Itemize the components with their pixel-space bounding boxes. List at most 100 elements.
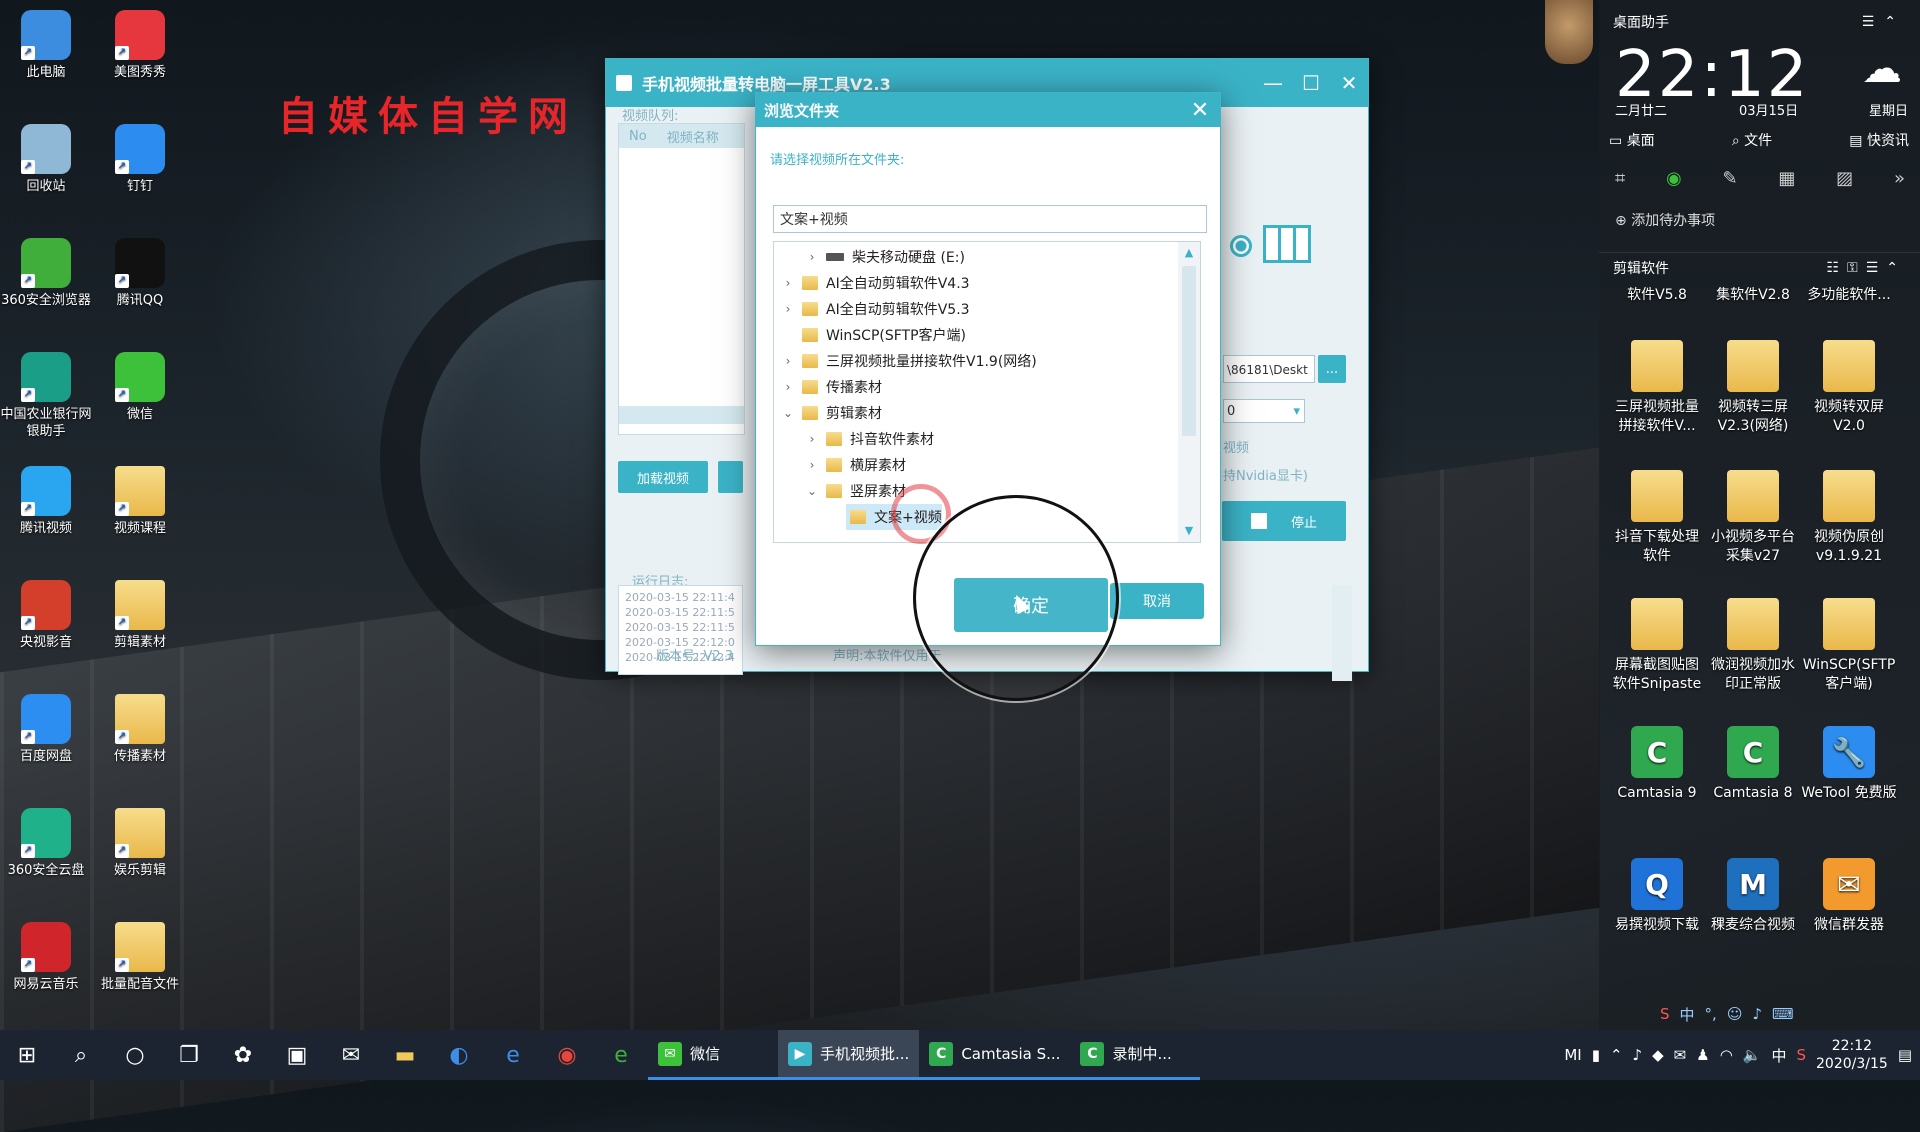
widget-shortcut[interactable]: 抖音下载处理软件 <box>1609 470 1705 566</box>
tree-node[interactable]: › AI全自动剪辑软件V5.3 <box>774 296 970 322</box>
horizontal-scrollbar[interactable] <box>619 406 744 424</box>
tree-chevron-icon[interactable]: › <box>778 302 798 316</box>
punct-icon[interactable]: °, <box>1705 1005 1717 1023</box>
taskbar-app[interactable]: ▶ 手机视频批... <box>778 1030 920 1080</box>
tree-chevron-icon[interactable]: ⌄ <box>778 406 798 420</box>
widget-shortcut[interactable]: 小视频多平台采集v27 <box>1705 470 1801 566</box>
tray-sogou-icon[interactable]: S <box>1796 1046 1806 1064</box>
desktop-icon[interactable]: ↗ 剪辑素材 <box>94 580 186 651</box>
keyboard-icon[interactable]: ⌨ <box>1772 1005 1794 1023</box>
path-field[interactable]: \86181\Deskt <box>1223 355 1315 383</box>
mail-icon[interactable]: ✉ <box>324 1030 378 1080</box>
log-scrollbar[interactable] <box>1332 585 1352 681</box>
tree-node[interactable]: WinSCP(SFTP客户端) <box>774 322 966 348</box>
desktop-icon[interactable]: ↗ 钉钉 <box>94 124 186 195</box>
widget-shortcut[interactable]: 三屏视频批量拼接软件V... <box>1609 340 1705 436</box>
tray-app-icon[interactable]: ◆ <box>1652 1046 1664 1064</box>
tree-chevron-icon[interactable]: › <box>778 354 798 368</box>
taskbar-app[interactable]: ✉ 微信 <box>648 1030 778 1080</box>
close-icon[interactable]: ✕ <box>1180 98 1220 123</box>
tray-volume-icon[interactable]: 🔈 <box>1743 1046 1762 1064</box>
stop-button[interactable]: 停止 <box>1222 501 1346 541</box>
tree-chevron-icon[interactable]: › <box>778 380 798 394</box>
tray-qq-icon[interactable]: ♟ <box>1696 1046 1709 1064</box>
desktop-icon[interactable]: ↗ 360安全云盘 <box>0 808 92 879</box>
layout-columns-icon[interactable] <box>1263 225 1311 263</box>
scroll-down-icon[interactable]: ▼ <box>1178 520 1200 542</box>
secondary-button[interactable] <box>718 461 743 493</box>
tree-node[interactable]: › 横屏素材 <box>774 452 906 478</box>
minimize-icon[interactable]: — <box>1254 59 1292 107</box>
video-queue-table[interactable]: No 视频名称 <box>618 123 745 435</box>
radio-icon[interactable] <box>1230 235 1252 257</box>
cancel-button[interactable]: 取消 <box>1110 583 1204 619</box>
tray-mic-icon[interactable]: ♪ <box>1633 1046 1643 1064</box>
desktop-icon[interactable]: ↗ 百度网盘 <box>0 694 92 765</box>
widget-shortcut[interactable]: C Camtasia 9 <box>1609 726 1705 803</box>
task-view-icon[interactable]: ❐ <box>162 1030 216 1080</box>
desktop-icon[interactable]: ↗ 娱乐剪辑 <box>94 808 186 879</box>
explorer-icon[interactable]: ▬ <box>378 1030 432 1080</box>
cortana-icon[interactable]: ○ <box>108 1030 162 1080</box>
tree-chevron-icon[interactable]: › <box>778 276 798 290</box>
tree-chevron-icon[interactable]: › <box>802 250 822 264</box>
pinned-app-icon[interactable]: ✿ <box>216 1030 270 1080</box>
tray-chevron-up-icon[interactable]: ⌃ <box>1610 1046 1623 1064</box>
tray-mi-icon[interactable]: MI <box>1564 1046 1581 1064</box>
scroll-thumb[interactable] <box>1182 266 1196 436</box>
tree-chevron-icon[interactable]: › <box>802 458 822 472</box>
widget-shortcut[interactable]: 集软件V2.8 <box>1705 286 1801 305</box>
tab-news[interactable]: ▤ 快资讯 <box>1849 130 1909 150</box>
widget-shortcut[interactable]: WinSCP(SFTP客户端) <box>1801 598 1897 694</box>
desktop-icon[interactable]: ↗ 腾讯视频 <box>0 466 92 537</box>
checkbox-icon[interactable] <box>1250 513 1267 529</box>
ie-icon[interactable]: e <box>486 1030 540 1080</box>
widget-shortcut[interactable]: 软件V5.8 <box>1609 286 1705 305</box>
crop-icon[interactable]: ⌗ <box>1615 168 1625 189</box>
section-controls-icon[interactable]: ☷⚿☰⌃ <box>1827 260 1907 276</box>
add-todo[interactable]: ⊕ 添加待办事项 <box>1615 210 1715 230</box>
tray-network-icon[interactable]: ◠ <box>1720 1046 1733 1064</box>
app-blue-icon[interactable]: ◐ <box>432 1030 486 1080</box>
desktop-icon[interactable]: ↗ 央视影音 <box>0 580 92 651</box>
browse-path-button[interactable]: ... <box>1318 355 1346 383</box>
widget-shortcut[interactable]: 视频转三屏V2.3(网络) <box>1705 340 1801 436</box>
desktop-assistant-widget[interactable]: 桌面助手 ☰⌃ 22:12 ☁ 二月廿二 03月15日 星期日 ▭ 桌面 ⌕ 文… <box>1599 0 1920 1030</box>
ime-toolbar[interactable]: S 中 °, ☺ ♪ ⌨ <box>1660 999 1794 1029</box>
store-icon[interactable]: ▣ <box>270 1030 324 1080</box>
widget-shortcut[interactable]: Q 易撰视频下载 <box>1609 858 1705 935</box>
widget-shortcut[interactable]: 微润视频加水印正常版 <box>1705 598 1801 694</box>
desktop-icon[interactable]: ↗ 回收站 <box>0 124 92 195</box>
tree-node[interactable]: › 抖音软件素材 <box>774 426 934 452</box>
desktop-icon[interactable]: ↗ 网易云音乐 <box>0 922 92 993</box>
dialog-titlebar[interactable]: 浏览文件夹 ✕ <box>756 93 1220 127</box>
desktop-icon[interactable]: ↗ 微信 <box>94 352 186 423</box>
desktop-icon[interactable]: ↗ 360安全浏览器 <box>0 238 92 309</box>
widget-shortcut[interactable]: 🔧 WeTool 免费版 <box>1801 726 1897 803</box>
taskbar-app[interactable]: C Camtasia S... <box>919 1030 1071 1080</box>
tray-wechat-icon[interactable]: ✉ <box>1674 1046 1687 1064</box>
widget-shortcut[interactable]: ✉ 微信群发器 <box>1801 858 1897 935</box>
mic-icon[interactable]: ♪ <box>1752 1005 1762 1023</box>
load-video-button[interactable]: 加载视频 <box>618 461 708 493</box>
scroll-up-icon[interactable]: ▲ <box>1178 242 1200 264</box>
widget-shortcut[interactable]: 视频转双屏V2.0 <box>1801 340 1897 436</box>
widget-shortcut[interactable]: 视频伪原创v9.1.9.21 <box>1801 470 1897 566</box>
calculator-icon[interactable]: ▦ <box>1778 168 1795 189</box>
widget-shortcut[interactable]: C Camtasia 8 <box>1705 726 1801 803</box>
search-icon[interactable]: ⌕ <box>54 1030 108 1080</box>
desktop-icon[interactable]: ↗ 批量配音文件 <box>94 922 186 993</box>
tree-chevron-icon[interactable]: ⌄ <box>802 484 822 498</box>
tree-node[interactable]: ⌄ 竖屏素材 <box>774 478 906 504</box>
widget-shortcut[interactable]: 屏幕截图贴图软件Snipaste <box>1609 598 1705 694</box>
folder-path-input[interactable]: 文案+视频 <box>773 205 1207 233</box>
widget-shortcut[interactable]: M 稞麦综合视频 <box>1705 858 1801 935</box>
tree-node[interactable]: ⌄ 剪辑素材 <box>774 400 882 426</box>
close-icon[interactable]: ✕ <box>1330 59 1368 107</box>
tree-node[interactable]: › AI全自动剪辑软件V4.3 <box>774 270 970 296</box>
tray-battery-icon[interactable]: ▮ <box>1592 1046 1600 1064</box>
desktop-icon[interactable]: ↗ 此电脑 <box>0 10 92 81</box>
tab-desktop[interactable]: ▭ 桌面 <box>1609 130 1655 150</box>
taskbar-clock[interactable]: 22:12 2020/3/15 <box>1816 1037 1888 1073</box>
count-select[interactable]: 0 ▾ <box>1223 399 1305 423</box>
